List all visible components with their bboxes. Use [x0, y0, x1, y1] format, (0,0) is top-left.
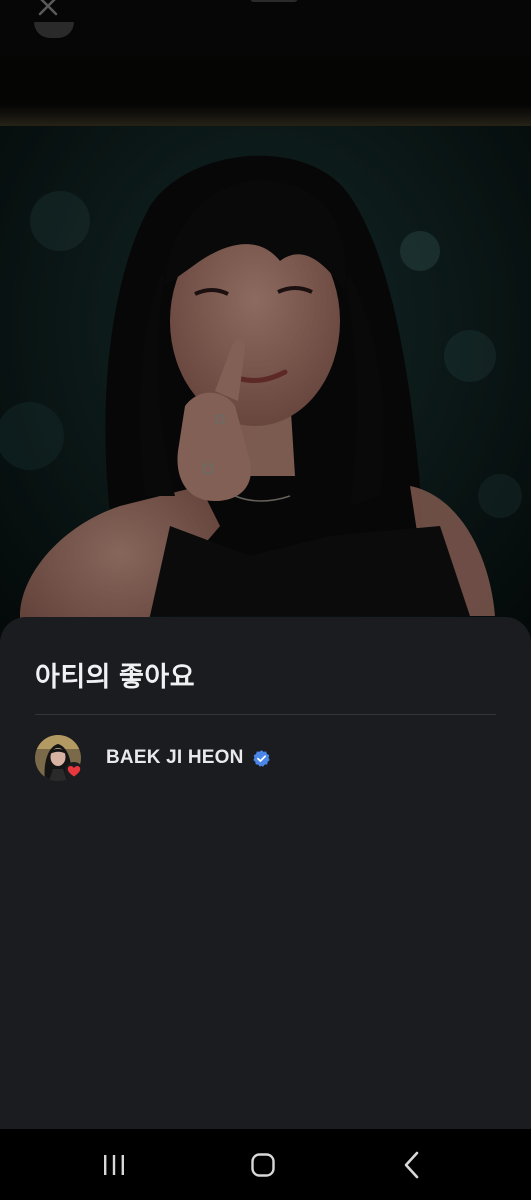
avatar[interactable] [35, 735, 83, 781]
close-icon[interactable] [30, 0, 66, 24]
top-app-bar [0, 0, 531, 56]
header-title [250, 0, 298, 2]
verified-check-icon [252, 749, 271, 768]
user-name[interactable]: BAEK JI HEON [106, 747, 244, 769]
recents-icon[interactable] [94, 1149, 134, 1181]
list-item[interactable]: BAEK JI HEON [35, 732, 496, 784]
header-avatar [34, 22, 74, 38]
likes-bottom-sheet: 아티의 좋아요 BAEK JI HEON [0, 617, 531, 1129]
post-photo [0, 56, 531, 656]
back-icon[interactable] [392, 1149, 432, 1181]
sheet-title: 아티의 좋아요 [35, 662, 196, 692]
heart-icon [65, 762, 83, 780]
home-icon[interactable] [243, 1149, 283, 1181]
divider [35, 714, 496, 715]
system-nav-bar [0, 1129, 531, 1200]
